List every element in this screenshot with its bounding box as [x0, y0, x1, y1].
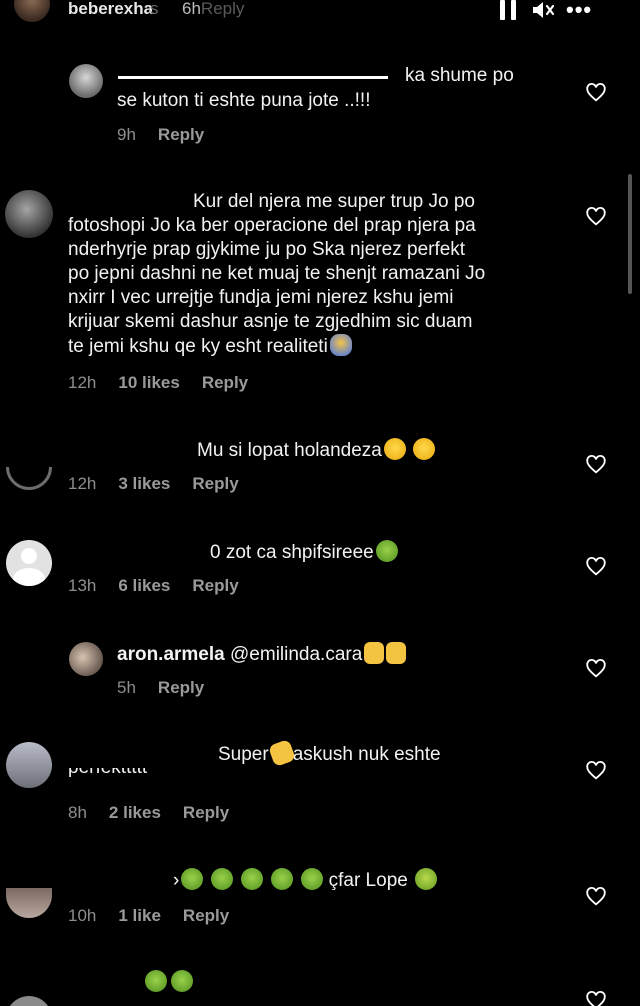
- comment-meta: 8h 2 likes Reply: [68, 803, 251, 823]
- laughing-emoji-icon: [383, 438, 406, 460]
- more-icon[interactable]: •••: [566, 0, 592, 23]
- comment-meta: 13h 6 likes Reply: [68, 576, 261, 596]
- likes-count[interactable]: 3 likes: [118, 474, 170, 493]
- comment-text-line: nderhyrje prap gjykime ju po Ska njerez …: [68, 239, 466, 260]
- reply-button[interactable]: Reply: [183, 906, 229, 925]
- comment-time: 10h: [68, 906, 97, 925]
- comment-time: 12h: [68, 373, 97, 392]
- reply-button[interactable]: Reply: [192, 576, 238, 595]
- comment-text-line: ka shume po: [405, 65, 514, 86]
- clapping-hands-emoji-icon: [267, 738, 296, 768]
- comment-text: Mu si lopat holandeza: [197, 438, 436, 464]
- comment-item: ka shume po se kuton ti eshte puna jote …: [0, 60, 640, 150]
- reply-button[interactable]: Reply: [158, 125, 204, 144]
- story-header: beberexha s 6hReply •••: [0, 0, 640, 40]
- ghost-text: s: [150, 0, 159, 18]
- nauseated-emoji-icon: [271, 868, 294, 890]
- comment-item: Kur del njera me super trup Jo po fotosh…: [0, 186, 640, 396]
- comment-text-line: nxirr I vec urrejtje fundja jemi njerez …: [68, 287, 454, 308]
- story-time: 6hReply: [182, 0, 245, 18]
- reply-button[interactable]: Reply: [158, 678, 204, 697]
- comment-avatar[interactable]: [6, 540, 52, 586]
- comment-avatar[interactable]: [6, 742, 52, 788]
- comment-username[interactable]: aron.armela: [117, 644, 225, 665]
- comment-text-line: te jemi kshu qe ky esht realiteti: [68, 334, 352, 360]
- comment-text-line: se kuton ti eshte puna jote ..!!!: [117, 90, 371, 111]
- likes-count[interactable]: 10 likes: [118, 373, 179, 392]
- story-username[interactable]: beberexha: [68, 0, 153, 19]
- reply-button[interactable]: Reply: [202, 373, 248, 392]
- comment-avatar[interactable]: [5, 190, 53, 238]
- heart-outline-icon[interactable]: [585, 454, 607, 476]
- likes-count[interactable]: 6 likes: [118, 576, 170, 595]
- comment-avatar[interactable]: [6, 888, 52, 918]
- heart-outline-icon[interactable]: [585, 82, 607, 104]
- nauseated-emoji-icon: [171, 970, 193, 992]
- comment-text-line: perfekttttt: [68, 768, 147, 780]
- comment-item: [0, 966, 640, 1006]
- heart-outline-icon[interactable]: [585, 760, 607, 782]
- person-emoji-icon: [329, 334, 352, 356]
- comment-time: 8h: [68, 803, 87, 822]
- comment-meta: 12h 3 likes Reply: [68, 474, 261, 494]
- comment-avatar[interactable]: [69, 64, 103, 98]
- comment-text-line: krijuar skemi dashur asnje te zgjedhim s…: [68, 311, 473, 332]
- comment-item: 0 zot ca shpifsireee 13h 6 likes Reply: [0, 536, 640, 606]
- comment-meta: 12h 10 likes Reply: [68, 373, 270, 393]
- nauseated-emoji-icon: [181, 868, 204, 890]
- scrollbar[interactable]: [628, 174, 632, 294]
- nauseated-emoji-icon: [375, 540, 398, 562]
- redacted-username: [118, 76, 388, 79]
- comment-avatar[interactable]: [6, 467, 52, 490]
- comment-text-line: Super askush nuk eshte: [218, 738, 441, 768]
- nauseated-emoji-icon: [241, 868, 264, 890]
- comment-item: aron.armela @emilinda.cara 5h Reply: [0, 638, 640, 708]
- heart-outline-icon[interactable]: [585, 658, 607, 680]
- thumbs-up-emoji-icon: [364, 642, 385, 664]
- comment-meta: 9h Reply: [117, 125, 226, 145]
- comment-text: › çfar Lope: [173, 868, 438, 894]
- comments-screen: beberexha s 6hReply ••• ka shume po se k…: [0, 0, 640, 1006]
- comment-avatar[interactable]: [69, 642, 103, 676]
- comment-item: Superaskush nuk eshte perfekttttt 8h 2 li…: [0, 738, 640, 835]
- speaker-muted-icon[interactable]: [531, 0, 557, 20]
- comment-item: Mu si lopat holandeza 12h 3 likes Reply: [0, 434, 640, 504]
- thumbs-up-emoji-icon: [386, 642, 407, 664]
- heart-outline-icon[interactable]: [585, 886, 607, 908]
- comment-meta: 10h 1 like Reply: [68, 906, 251, 926]
- comment-time: 9h: [117, 125, 136, 144]
- comment-text: 0 zot ca shpifsireee: [210, 540, 398, 566]
- nauseated-emoji-icon: [301, 868, 324, 890]
- comment-time: 5h: [117, 678, 136, 697]
- comment-text-line: Kur del njera me super trup Jo po: [193, 191, 475, 212]
- heart-outline-icon[interactable]: [585, 206, 607, 228]
- comment-meta: 5h Reply: [117, 678, 226, 698]
- nauseated-emoji-icon: [145, 970, 167, 992]
- laughing-emoji-icon: [413, 438, 436, 460]
- story-avatar[interactable]: [14, 0, 50, 22]
- heart-outline-icon[interactable]: [585, 556, 607, 578]
- pause-icon[interactable]: [500, 0, 518, 20]
- comment-item: › çfar Lope 10h 1 like Reply: [0, 866, 640, 946]
- comment-text-line: po jepni dashni ne ket muaj te shenjt ra…: [68, 263, 486, 284]
- comment-text: [143, 970, 193, 993]
- likes-count[interactable]: 2 likes: [109, 803, 161, 822]
- nauseated-emoji-icon: [211, 868, 234, 890]
- comment-avatar[interactable]: [6, 996, 52, 1006]
- reply-button[interactable]: Reply: [183, 803, 229, 822]
- comment-time: 13h: [68, 576, 97, 595]
- nauseated-emoji-icon: [415, 868, 438, 890]
- heart-outline-icon[interactable]: [585, 990, 607, 1006]
- comment-text-line: fotoshopi Jo ka ber operacione del prap …: [68, 215, 476, 236]
- reply-button[interactable]: Reply: [192, 474, 238, 493]
- comment-time: 12h: [68, 474, 97, 493]
- comment-text: aron.armela @emilinda.cara: [117, 642, 407, 668]
- likes-count[interactable]: 1 like: [118, 906, 161, 925]
